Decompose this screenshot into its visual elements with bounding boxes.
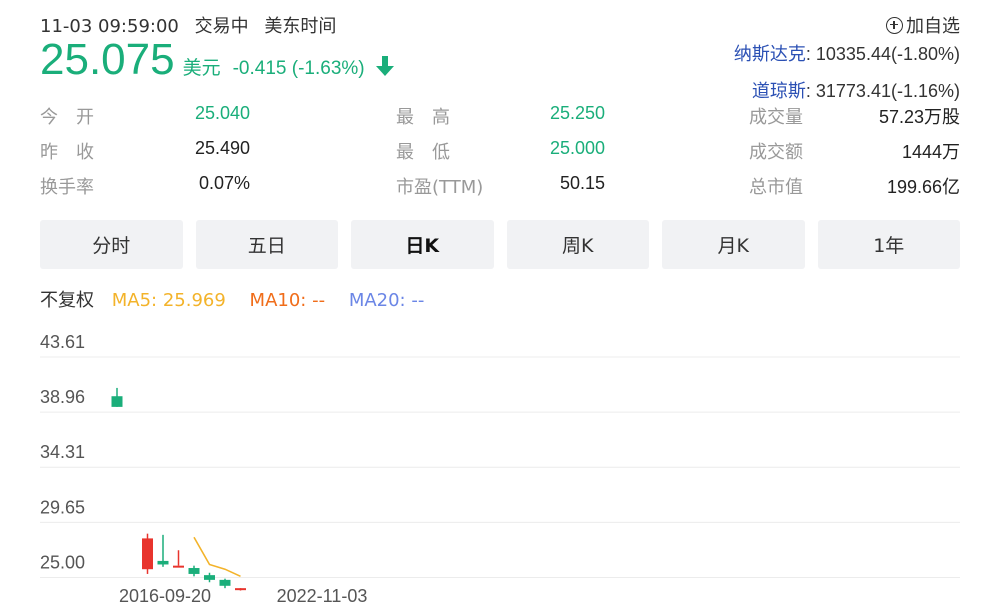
tab-period[interactable]: 周K xyxy=(506,220,649,269)
index-nasdaq: 纳斯达克: 10335.44(-1.80%) xyxy=(734,40,960,66)
kline-chart[interactable]: 43.61 38.96 34.31 29.65 25.00 2016-09-20 2022-… xyxy=(0,320,1000,613)
tab-period[interactable]: 五日 xyxy=(195,220,338,269)
adjust-mode-label[interactable]: 不复权 xyxy=(40,290,94,311)
ma-legend: 不复权 MA5: 25.969 MA10: -- MA20: -- xyxy=(40,286,442,312)
index-nasdaq-value: : 10335.44(-1.80%) xyxy=(805,44,960,64)
index-dow-value: : 31773.41(-1.16%) xyxy=(805,81,960,101)
candle-body xyxy=(142,538,153,570)
stat-value: 57.23万股 xyxy=(878,107,960,127)
stat-value: 1444万 xyxy=(901,142,960,162)
y-tick-label: 34.31 xyxy=(40,442,85,462)
candle-body xyxy=(235,588,246,591)
kline-chart-svg[interactable]: 43.61 38.96 34.31 29.65 25.00 2016-09-20 2022-… xyxy=(0,320,1000,613)
candle-body xyxy=(111,396,123,407)
arrow-down-icon xyxy=(375,55,395,77)
period-tabs: 分时 五日 日K 周K 月K 1年 xyxy=(40,220,960,269)
ma5-value: MA5: 25.969 xyxy=(111,290,226,311)
price-change: -0.415 (-1.63%) xyxy=(232,58,365,79)
stats-grid: 今 开 25.040 最 高 25.250 成交量 57.23万股昨 收 25.490 最 低… xyxy=(40,103,960,208)
stat-label: 最 高 xyxy=(396,107,450,128)
y-tick-label: 29.65 xyxy=(40,497,85,517)
stat-value: 25.040 xyxy=(194,103,250,123)
stat-value: 0.07% xyxy=(198,173,250,193)
tab-period[interactable]: 1年 xyxy=(817,220,960,269)
ma5-line xyxy=(193,536,241,578)
currency-label: 美元 xyxy=(182,57,221,79)
x-tick-label: 2016-09-20 xyxy=(119,586,211,606)
price-row: 25.075 美元 -0.415 (-1.63%) xyxy=(40,38,395,82)
tab-period[interactable]: 日K xyxy=(351,220,494,269)
quote-datetime: 11-03 09:59:00 xyxy=(40,16,179,37)
y-tick-label: 38.96 xyxy=(40,387,85,407)
index-dow-link[interactable]: 道琼斯 xyxy=(752,81,806,101)
stats-row: 换手率 0.07% 市盈(TTM) 50.15 总市值 199.66亿 xyxy=(40,173,960,208)
watch-label: 加自选 xyxy=(906,16,960,37)
stat-label: 成交额 xyxy=(749,142,803,163)
add-to-watchlist-button[interactable]: 加自选 xyxy=(886,12,960,38)
stat-value: 25.000 xyxy=(549,138,605,158)
stats-row: 昨 收 25.490 最 低 25.000 成交额 1444万 xyxy=(40,138,960,173)
stat-label: 市盈(TTM) xyxy=(396,177,484,198)
stats-row: 今 开 25.040 最 高 25.250 成交量 57.23万股 xyxy=(40,103,960,138)
stat-label: 昨 收 xyxy=(40,142,94,163)
stat-value: 25.490 xyxy=(194,138,250,158)
stat-label: 总市值 xyxy=(749,177,803,198)
candle-body xyxy=(188,568,200,574)
candle-body xyxy=(219,579,231,586)
ma10-value: MA10: -- xyxy=(249,290,326,311)
stat-value: 199.66亿 xyxy=(886,177,960,197)
tab-period[interactable]: 分时 xyxy=(40,220,183,269)
stat-label: 最 低 xyxy=(396,142,450,163)
ma20-value: MA20: -- xyxy=(348,290,425,311)
candle-body xyxy=(157,560,169,565)
plus-circle-icon xyxy=(886,16,903,34)
stat-value: 50.15 xyxy=(559,173,605,193)
y-tick-label: 43.61 xyxy=(40,332,85,352)
stat-value: 25.250 xyxy=(549,103,605,123)
stat-label: 成交量 xyxy=(749,107,803,128)
current-price: 25.075 xyxy=(40,35,175,84)
trading-status: 交易中 xyxy=(194,16,249,37)
candle-body xyxy=(173,565,184,568)
tab-period[interactable]: 月K xyxy=(662,220,805,269)
candle-body xyxy=(204,575,215,580)
y-tick-label: 25.00 xyxy=(40,553,85,573)
index-nasdaq-link[interactable]: 纳斯达克 xyxy=(734,44,806,64)
timezone-label: 美东时间 xyxy=(264,16,337,37)
stat-label: 换手率 xyxy=(40,177,94,198)
x-tick-label: 2022-11-03 xyxy=(277,586,368,606)
stat-label: 今 开 xyxy=(40,107,94,128)
index-dow: 道琼斯: 31773.41(-1.16%) xyxy=(752,77,960,103)
